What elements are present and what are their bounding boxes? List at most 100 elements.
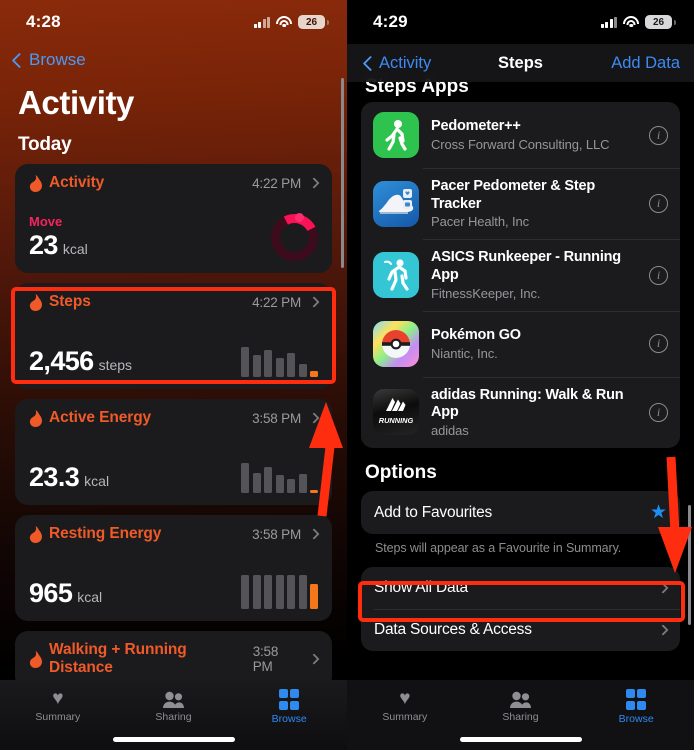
tab-label: Summary bbox=[382, 711, 428, 723]
tab-browse[interactable]: Browse bbox=[231, 689, 347, 725]
info-icon[interactable]: i bbox=[649, 265, 668, 285]
metric-value: 23.3 bbox=[29, 462, 80, 492]
card-timestamp: 3:58 PM bbox=[252, 644, 279, 674]
sparkline-chart bbox=[241, 569, 318, 609]
status-bar: 4:28 26 bbox=[0, 0, 347, 44]
heart-icon: ♥ bbox=[52, 688, 64, 709]
app-list-item[interactable]: RUNNING adidas Running: Walk & Run App adi… bbox=[361, 376, 680, 448]
add-data-button[interactable]: Add Data bbox=[611, 54, 680, 73]
flame-icon bbox=[29, 174, 42, 192]
tab-label: Sharing bbox=[502, 711, 539, 723]
tab-label: Summary bbox=[35, 711, 81, 723]
cellular-signal-icon bbox=[600, 16, 617, 28]
status-indicators: 26 bbox=[253, 15, 329, 29]
info-icon[interactable]: i bbox=[649, 125, 668, 145]
activity-card-list: Activity 4:22 PM Move 23 kcal Steps 4:22 PM 2,4… bbox=[0, 164, 347, 689]
home-indicator bbox=[459, 737, 582, 742]
page-title: Activity bbox=[18, 84, 135, 121]
tab-browse[interactable]: Browse bbox=[578, 689, 694, 725]
app-name: Pokémon GO bbox=[431, 326, 521, 343]
app-developer: Pacer Health, Inc bbox=[431, 214, 530, 230]
chevron-left-icon bbox=[362, 55, 379, 71]
back-button[interactable]: Browse bbox=[0, 44, 347, 74]
app-list-item[interactable]: Pedometer++ Cross Forward Consulting, LLC… bbox=[361, 102, 680, 168]
flame-icon bbox=[29, 650, 42, 668]
metric-unit: steps bbox=[98, 357, 133, 373]
info-icon[interactable]: i bbox=[649, 194, 668, 214]
home-indicator bbox=[112, 737, 235, 742]
app-name: adidas Running: Walk & Run App bbox=[431, 386, 624, 421]
tab-sharing[interactable]: Sharing bbox=[116, 689, 232, 723]
activity-card-active-energy[interactable]: Active Energy 3:58 PM 23.3 kcal bbox=[15, 399, 332, 505]
activity-card-activity[interactable]: Activity 4:22 PM Move 23 kcal bbox=[15, 164, 332, 273]
battery-tip bbox=[326, 19, 329, 25]
flame-icon bbox=[29, 409, 42, 427]
move-label: Move bbox=[29, 214, 63, 229]
wifi-icon bbox=[276, 16, 292, 28]
right-phone-screen: 4:29 26 Activity Steps Add Data Steps Ap… bbox=[347, 0, 694, 750]
star-icon[interactable]: ★ bbox=[650, 503, 667, 522]
actions-group: Show All Data Data Sources & Access bbox=[361, 567, 680, 652]
app-developer: FitnessKeeper, Inc. bbox=[431, 285, 541, 301]
option-add-to-favourites[interactable]: Add to Favourites ★ bbox=[361, 491, 680, 534]
flame-icon bbox=[29, 293, 42, 311]
cellular-signal-icon bbox=[253, 16, 270, 28]
action-show-all-data[interactable]: Show All Data bbox=[361, 567, 680, 609]
status-indicators: 26 bbox=[600, 15, 676, 29]
app-developer: adidas bbox=[431, 423, 469, 439]
people-icon bbox=[162, 689, 186, 708]
app-developer: Niantic, Inc. bbox=[431, 345, 498, 361]
card-timestamp: 3:58 PM bbox=[252, 410, 301, 426]
options-footnote: Steps will appear as a Favourite in Summ… bbox=[375, 541, 622, 556]
heart-icon: ♥ bbox=[399, 688, 411, 709]
chevron-right-icon bbox=[657, 624, 669, 636]
flame-icon bbox=[29, 525, 42, 543]
info-icon[interactable]: i bbox=[649, 402, 668, 422]
pokemon-go-app-icon bbox=[373, 320, 419, 367]
battery-tip bbox=[673, 19, 676, 25]
options-header: Options bbox=[365, 462, 437, 484]
app-list-item[interactable]: Pacer Pedometer & Step Tracker Pacer Heal… bbox=[361, 168, 680, 239]
people-icon bbox=[509, 689, 533, 708]
status-bar: 4:29 26 bbox=[347, 0, 694, 44]
app-info: Pacer Pedometer & Step Tracker Pacer Heal… bbox=[431, 178, 637, 229]
card-timestamp: 4:22 PM bbox=[252, 175, 301, 191]
metric-value: 965 bbox=[29, 578, 73, 608]
action-data-sources-access[interactable]: Data Sources & Access bbox=[361, 609, 680, 651]
tab-sharing[interactable]: Sharing bbox=[463, 689, 579, 723]
tab-label: Browse bbox=[271, 712, 307, 725]
adidas-running-app-icon: RUNNING bbox=[373, 389, 419, 436]
sparkline-chart bbox=[241, 453, 318, 493]
chevron-right-icon bbox=[308, 528, 320, 540]
tab-label: Browse bbox=[618, 712, 654, 725]
metric-value: 2,456 bbox=[29, 346, 94, 376]
option-label: Add to Favourites bbox=[374, 503, 493, 521]
grid-icon bbox=[625, 689, 647, 710]
metric-unit: kcal bbox=[62, 241, 88, 257]
pacer-app-icon bbox=[373, 180, 419, 227]
card-title-label: Activity bbox=[49, 174, 105, 191]
back-button-label: Browse bbox=[29, 50, 86, 69]
action-label: Show All Data bbox=[374, 579, 468, 597]
tab-summary[interactable]: ♥ Summary bbox=[0, 689, 116, 723]
svg-text:RUNNING: RUNNING bbox=[379, 416, 414, 425]
chevron-right-icon bbox=[657, 582, 669, 594]
activity-card-steps[interactable]: Steps 4:22 PM 2,456 steps bbox=[15, 283, 332, 389]
app-developer: Cross Forward Consulting, LLC bbox=[431, 136, 610, 152]
app-info: Pokémon GO Niantic, Inc. bbox=[431, 327, 637, 361]
scroll-indicator[interactable] bbox=[688, 505, 691, 625]
app-list-item[interactable]: ASICS Runkeeper - Running App FitnessKeep… bbox=[361, 239, 680, 310]
nav-back-button[interactable]: Activity bbox=[361, 54, 431, 73]
wifi-icon bbox=[623, 16, 639, 28]
battery-icon: 26 bbox=[298, 15, 329, 29]
app-list-item[interactable]: Pokémon GO Niantic, Inc. i bbox=[361, 310, 680, 377]
scroll-indicator[interactable] bbox=[341, 78, 344, 268]
app-name: ASICS Runkeeper - Running App bbox=[431, 249, 621, 284]
info-icon[interactable]: i bbox=[649, 334, 668, 354]
activity-card-resting-energy[interactable]: Resting Energy 3:58 PM 965 kcal bbox=[15, 515, 332, 621]
move-ring bbox=[264, 207, 325, 268]
chevron-right-icon bbox=[308, 296, 320, 308]
card-timestamp: 3:58 PM bbox=[252, 526, 301, 542]
tab-summary[interactable]: ♥ Summary bbox=[347, 689, 463, 723]
runkeeper-app-icon bbox=[373, 252, 419, 299]
